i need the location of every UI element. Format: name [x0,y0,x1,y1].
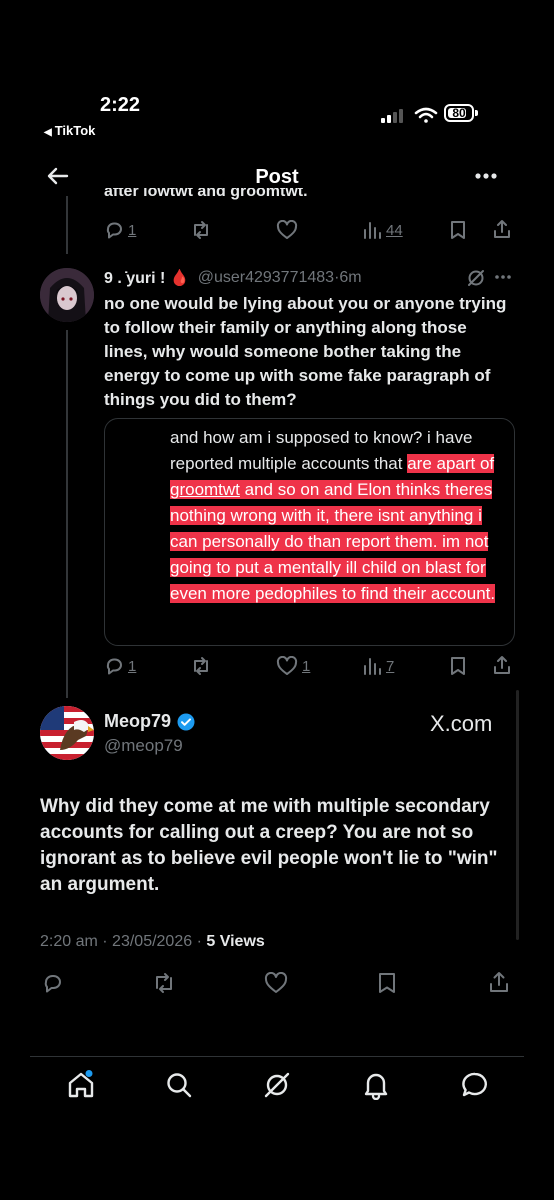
bookmark-button[interactable] [376,972,398,994]
bookmark-button[interactable] [448,220,468,240]
back-to-app-button[interactable]: ◀ TikTok [44,123,95,138]
repost-icon [152,972,176,994]
share-button[interactable] [492,655,512,675]
home-icon[interactable] [66,1070,96,1100]
reply-time: 6m [339,269,362,286]
tweet-date: 23/05/2026 [112,933,193,950]
wifi-icon [414,106,438,124]
repost-icon [190,656,212,676]
views-button[interactable]: 44 [362,220,403,240]
views-count: 5 [206,933,216,950]
repost-button[interactable] [190,656,212,676]
reply-author-handle[interactable]: @user4293771483 [198,269,334,287]
battery-percent: 80 [452,106,466,120]
attached-image[interactable]: and how am i supposed to know? i have re… [104,418,515,646]
attached-image-text: and how am i supposed to know? i have re… [170,425,510,607]
reply-tweet-header: 9 . ̇yuri ! 🩸 @user4293771483 · 6m [104,268,362,288]
like-button[interactable] [264,972,288,994]
share-icon [488,971,510,993]
separator-dot: · [196,933,207,950]
repost-button[interactable] [152,972,176,994]
back-app-label: TikTok [54,123,96,138]
search-icon[interactable] [164,1070,194,1100]
views-count: 7 [386,657,395,675]
separator-dot: · [102,933,113,950]
page-title: Post [255,166,299,188]
views-label: Views [219,933,265,950]
views-count: 44 [386,221,403,239]
signal-icon [381,109,405,123]
messages-icon[interactable] [460,1070,490,1100]
more-icon[interactable] [474,172,498,180]
tweet-meta: 2:20 am · 23/05/2026 · 5 Views [40,933,265,951]
battery-nub [475,110,478,116]
reply-tweet-text: no one would be lying about you or anyon… [104,294,507,409]
tweet-more-icon[interactable] [494,274,512,280]
author-name-text: Meop79 [104,711,172,731]
bookmark-icon [448,220,468,240]
bottom-nav-divider [30,1056,524,1057]
views-icon [362,656,382,676]
reply-icon [42,972,64,994]
tweet-time: 2:20 am [40,933,98,950]
status-time: 2:22 [100,94,141,116]
attached-text-highlighted: are apart of groomtwt and so on and Elon… [170,454,496,603]
bookmark-icon [376,972,398,994]
notifications-icon[interactable] [361,1070,391,1100]
avatar[interactable] [40,268,94,322]
reply-icon [104,220,124,240]
grok-icon[interactable] [466,268,486,288]
repost-button[interactable] [190,220,212,240]
reply-icon [104,656,124,676]
main-author-name[interactable]: Meop79 [104,711,195,732]
reply-button[interactable]: 1 [104,656,136,676]
repost-icon [190,220,212,240]
like-icon [264,972,288,994]
share-icon [492,655,512,675]
verified-icon [177,713,195,731]
reply-button[interactable] [42,972,64,994]
bookmark-button[interactable] [448,656,468,676]
main-author-handle[interactable]: @meop79 [104,736,183,756]
like-count: 1 [302,657,311,675]
hashtag-link: groomtwt [170,480,240,499]
views-icon [362,220,382,240]
like-button[interactable]: 1 [276,656,310,676]
reply-count: 1 [128,657,137,675]
like-button[interactable] [276,220,298,240]
thread-line [66,330,68,698]
reply-button[interactable]: 1 [104,220,136,240]
back-triangle-icon: ◀ [44,127,52,138]
previous-tweet-text: after lowtwt and groomtwt. [104,188,308,200]
share-button[interactable] [488,971,510,993]
grok-icon[interactable] [262,1070,292,1100]
like-icon [276,220,298,240]
share-icon [492,219,512,239]
reply-count: 1 [128,221,137,239]
bookmark-icon [448,656,468,676]
like-icon [276,656,298,676]
main-tweet-text: Why did they come at me with multiple se… [40,796,498,895]
battery-icon: 80 [444,104,474,122]
x-com-watermark: X.com [430,711,493,736]
share-button[interactable] [492,219,512,239]
thread-line-top [66,196,68,254]
reply-author-name[interactable]: 9 . ̇yuri ! 🩸 [104,268,190,288]
avatar[interactable] [40,706,94,760]
scrollbar[interactable] [516,690,519,940]
views-button[interactable]: 7 [362,656,394,676]
